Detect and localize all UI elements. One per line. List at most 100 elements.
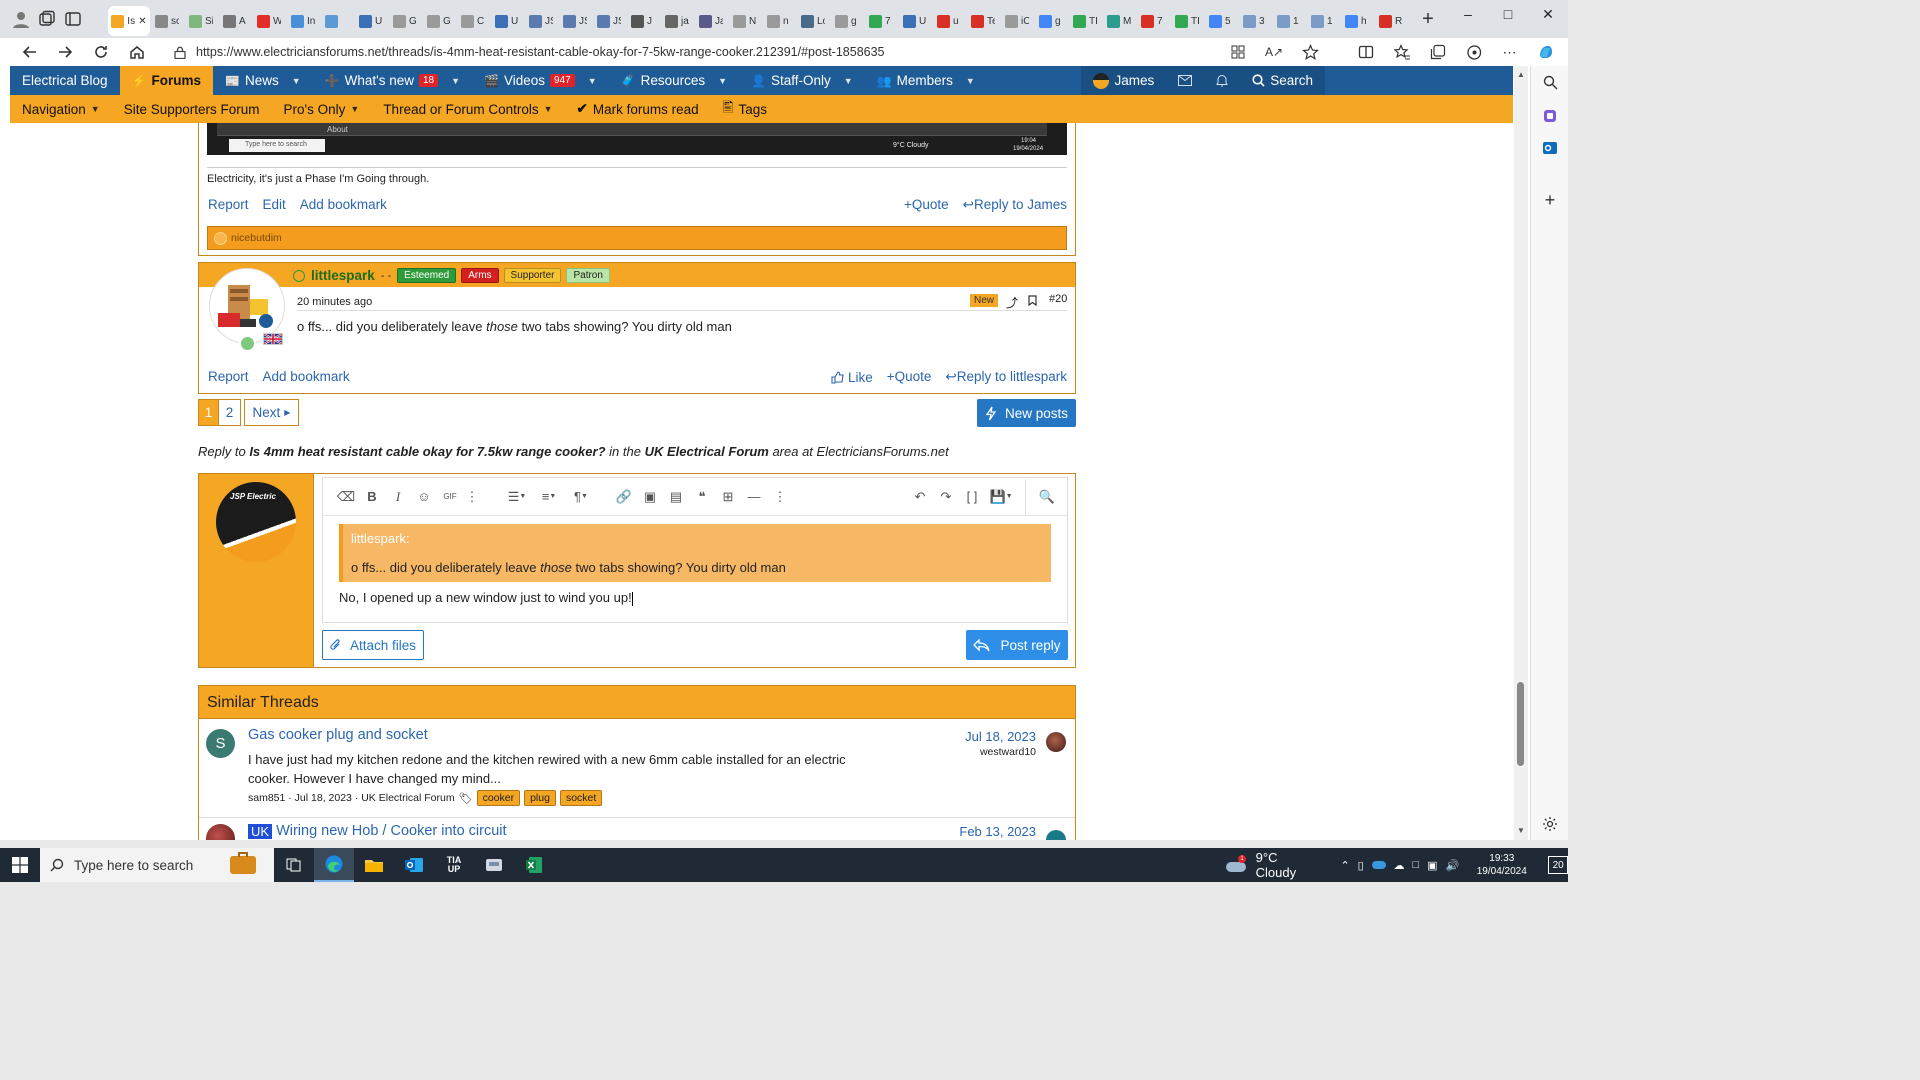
app-taskbar-icon[interactable] [474,848,514,882]
browser-tab[interactable]: Te [966,6,1000,36]
last-poster-avatar[interactable] [1046,732,1066,752]
paragraph-icon[interactable]: ¶ ▼ [567,486,595,508]
excel-taskbar-icon[interactable] [514,848,554,882]
thread-last-date[interactable]: Feb 13, 2023 [959,824,1036,839]
thread-tag[interactable]: socket [559,790,603,806]
scroll-down-icon[interactable]: ▼ [1517,826,1525,835]
reply-avatar[interactable]: JSP Electric [216,482,296,562]
quote-link[interactable]: +Quote [887,369,932,385]
browser-tab[interactable]: C [456,6,490,36]
bookmark-icon[interactable] [1028,295,1037,306]
nav-tab-videos[interactable]: 🎬 Videos 947 ▼ [472,66,609,95]
browser-tab[interactable]: N [728,6,762,36]
clear-format-icon[interactable]: ⌫ [335,486,357,508]
more-text-options-icon[interactable]: ⋮ [461,486,483,508]
post-username[interactable]: littlespark [311,268,375,283]
post-number[interactable]: #20 [1049,293,1067,305]
browser-tab[interactable]: J [626,6,660,36]
alerts-button[interactable] [1204,66,1241,95]
browser-tab[interactable]: 7 [1136,6,1170,36]
sync-icon[interactable]: ☁ [1394,859,1405,872]
redo-icon[interactable]: ↷ [935,486,957,508]
editor-content[interactable]: No, I opened up a new window just to win… [339,590,633,606]
nav-tab-what-s-new[interactable]: ➕ What's new 18 ▼ [313,66,472,95]
favorites-icon[interactable] [1390,40,1414,64]
browser-tab[interactable]: 1 [1306,6,1340,36]
thread-last-user[interactable]: westward10 [980,746,1036,758]
list-icon[interactable]: ☰ ▼ [503,486,531,508]
chevron-down-icon[interactable]: ▼ [588,76,597,86]
tray-app-icon[interactable]: ▯ [1358,859,1364,872]
forward-button[interactable] [47,38,83,66]
thread-starter-avatar[interactable]: S [206,729,235,758]
nav-tab-resources[interactable]: 🧳 Resources ▼ [609,66,739,95]
bookmark-link[interactable]: Add bookmark [300,197,387,212]
page-1-button[interactable]: 1 [198,399,219,426]
url-field[interactable]: https://www.electriciansforums.net/threa… [164,40,1244,64]
browser-tab[interactable]: Lo [796,6,830,36]
horizontal-line-icon[interactable]: — [743,486,765,508]
task-view-icon[interactable] [274,848,314,882]
bbcode-toggle-icon[interactable]: [ ] [961,486,983,508]
browser-tab[interactable]: R [1374,6,1408,36]
tab-actions-icon[interactable] [64,10,82,28]
refresh-button[interactable] [83,38,119,66]
close-tab-icon[interactable]: ✕ [138,16,146,27]
profile-icon[interactable] [12,10,30,28]
rich-text-editor[interactable]: ⌫ B I ☺ GIF ⋮ ☰ ▼ ≡ ▼ ¶ ▼ 🔗 ▣ ▤ ❝ ⊞ — ⋮ ↶ ↷… [322,477,1068,623]
gif-icon[interactable]: GIF [439,486,461,508]
edit-link[interactable]: Edit [263,197,286,212]
thread-title-link[interactable]: Gas cooker plug and socket [248,727,428,743]
sidebar-shopping-icon[interactable] [1538,104,1562,128]
italic-icon[interactable]: I [387,486,409,508]
conversations-button[interactable] [1166,66,1205,95]
settings-more-icon[interactable]: ⋯ [1498,40,1522,64]
favorite-star-icon[interactable] [1298,40,1322,64]
close-window-button[interactable]: ✕ [1528,0,1568,28]
table-icon[interactable]: ⊞ [717,486,739,508]
media-icon[interactable]: ▤ [665,486,687,508]
new-tab-button[interactable]: + [1414,5,1442,33]
browser-tab[interactable]: U [354,6,388,36]
thread-meta-text[interactable]: sam851 · Jul 18, 2023 · UK Electrical Fo… [248,792,455,804]
display-icon[interactable]: □ [1413,859,1420,871]
chevron-down-icon[interactable]: ▼ [844,76,853,86]
home-button[interactable] [119,38,155,66]
browser-tab[interactable]: M [1102,6,1136,36]
browser-tab[interactable]: g [830,6,864,36]
sidebar-outlook-icon[interactable] [1538,136,1562,160]
weather-text[interactable]: 9°C Cloudy [1256,850,1321,880]
subnav-thread-controls[interactable]: Thread or Forum Controls ▼ [383,102,552,117]
scroll-up-icon[interactable]: ▲ [1517,70,1525,79]
report-link[interactable]: Report [208,197,249,212]
browser-tab[interactable]: Is ✕ [108,6,150,36]
thread-prefix-badge[interactable]: UK [248,823,273,839]
image-icon[interactable]: ▣ [639,486,661,508]
clock[interactable]: 19:33 19/04/2024 [1473,852,1530,878]
browser-tab[interactable]: A [218,6,252,36]
app-available-icon[interactable] [1226,40,1250,64]
reaction-user[interactable]: nicebutdim [231,232,282,244]
read-aloud-icon[interactable]: A↗ [1262,40,1286,64]
last-poster-avatar[interactable] [1046,830,1066,840]
quote-link[interactable]: +Quote [904,197,949,213]
browser-tab[interactable]: JS [592,6,626,36]
onedrive-icon[interactable] [1371,861,1386,869]
link-icon[interactable]: 🔗 [613,486,635,508]
network-icon[interactable]: ▣ [1427,859,1437,872]
browser-tab[interactable]: g [1034,6,1068,36]
browser-tab[interactable]: TI [1170,6,1204,36]
back-button[interactable] [12,38,48,66]
smilie-icon[interactable]: ☺ [413,486,435,508]
browser-tab[interactable]: 3 [1238,6,1272,36]
chevron-down-icon[interactable]: ▼ [451,76,460,86]
nav-tab-news[interactable]: 📰 News ▼ [213,66,313,95]
collections-icon[interactable] [1426,40,1450,64]
browser-tab[interactable]: Ja [694,6,728,36]
maximize-button[interactable]: □ [1488,0,1528,28]
browser-tab[interactable]: Si [184,6,218,36]
reply-line-forum[interactable]: UK Electrical Forum [645,444,769,459]
thread-tag[interactable]: plug [524,790,556,806]
split-screen-icon[interactable] [1354,40,1378,64]
next-page-button[interactable]: Next ▶ [244,399,299,426]
